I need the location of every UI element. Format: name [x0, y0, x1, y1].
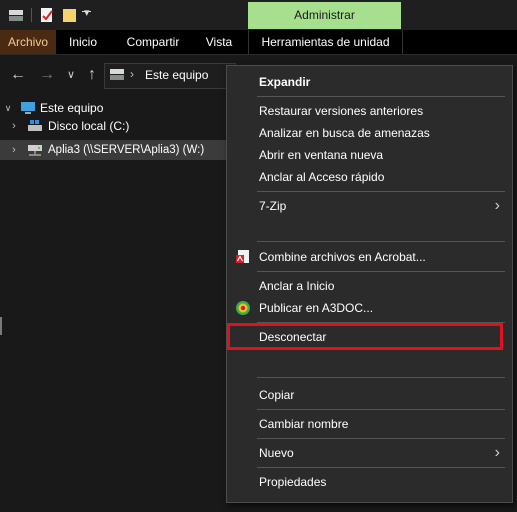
scroll-marker — [0, 317, 2, 335]
menu-separator — [257, 241, 505, 242]
back-arrow-icon[interactable]: ← — [8, 65, 28, 85]
menu-item-publicar-a3doc[interactable]: Publicar en A3DOC... — [227, 297, 512, 319]
toolbar-divider — [31, 8, 32, 22]
tab-inicio[interactable]: Inicio — [60, 30, 106, 54]
customize-toolbar-bar — [82, 11, 91, 12]
network-drive-icon — [28, 145, 42, 156]
tree-label: Disco local (C:) — [48, 119, 130, 133]
tab-vista[interactable]: Vista — [198, 30, 240, 54]
collapsed-chevron-icon[interactable]: › — [8, 140, 20, 160]
quick-access-toolbar: ▾ Administrar — [0, 0, 517, 30]
menu-item-copiar[interactable]: Copiar — [227, 384, 512, 406]
menu-separator — [257, 96, 505, 97]
tab-archivo[interactable]: Archivo — [0, 30, 56, 54]
submenu-arrow-icon: › — [494, 197, 500, 214]
menu-separator — [257, 377, 505, 378]
menu-item-restaurar-versiones[interactable]: Restaurar versiones anteriores — [227, 100, 512, 122]
menu-separator — [257, 191, 505, 192]
forward-arrow-icon[interactable]: → — [37, 65, 57, 85]
submenu-arrow-icon: › — [494, 444, 500, 461]
breadcrumb-current[interactable]: Este equipo — [145, 68, 208, 82]
context-menu: Expandir Restaurar versiones anteriores … — [226, 65, 513, 503]
recent-locations-chevron-icon[interactable]: ∨ — [61, 65, 81, 85]
menu-item-analizar-amenazas[interactable]: Analizar en busca de amenazas — [227, 122, 512, 144]
menu-separator — [257, 271, 505, 272]
menu-separator — [257, 409, 505, 410]
tab-herramientas-de-unidad[interactable]: Herramientas de unidad — [248, 30, 403, 54]
menu-item-cambiar-nombre[interactable]: Cambiar nombre — [227, 413, 512, 435]
acrobat-icon — [236, 250, 249, 263]
breadcrumb-chevron-icon: › — [130, 67, 134, 81]
local-disk-icon — [28, 120, 42, 131]
highlight-box-desconectar — [227, 323, 503, 350]
expanded-chevron-icon[interactable]: ∨ — [2, 98, 14, 118]
drive-icon[interactable] — [8, 7, 24, 23]
tree-item-disco-local[interactable]: › Disco local (C:) — [0, 116, 226, 136]
a3doc-icon — [236, 301, 250, 315]
up-arrow-icon[interactable]: ↑ — [82, 65, 102, 85]
navigation-pane: ∨ Este equipo › Disco local (C:) › Aplia… — [0, 96, 226, 512]
customize-toolbar-icon[interactable]: ▾ — [84, 6, 90, 19]
tree-item-aplia3[interactable]: › Aplia3 (\\SERVER\Aplia3) (W:) — [0, 140, 226, 160]
computer-icon — [21, 102, 35, 114]
tab-compartir[interactable]: Compartir — [118, 30, 188, 54]
menu-item-7zip[interactable]: 7-Zip › — [227, 195, 512, 217]
menu-item-propiedades[interactable]: Propiedades — [227, 471, 512, 493]
properties-icon[interactable] — [39, 7, 55, 23]
menu-item-expandir[interactable]: Expandir — [227, 71, 512, 93]
tree-label: Este equipo — [40, 101, 104, 115]
menu-separator — [257, 467, 505, 468]
tree-item-este-equipo[interactable]: ∨ Este equipo — [0, 98, 226, 118]
new-folder-icon[interactable] — [62, 7, 78, 23]
collapsed-chevron-icon[interactable]: › — [8, 116, 20, 136]
menu-separator — [257, 438, 505, 439]
menu-item-nuevo[interactable]: Nuevo › — [227, 442, 512, 464]
address-bar[interactable]: › Este equipo — [104, 63, 236, 89]
context-tab-administrar: Administrar — [248, 2, 401, 29]
this-pc-drive-icon — [110, 69, 124, 80]
ribbon-tabs: Archivo Inicio Compartir Vista Herramien… — [0, 30, 517, 55]
menu-item-anclar-acceso-rapido[interactable]: Anclar al Acceso rápido — [227, 166, 512, 188]
tree-label: Aplia3 (\\SERVER\Aplia3) (W:) — [48, 144, 205, 156]
menu-item-abrir-ventana-nueva[interactable]: Abrir en ventana nueva — [227, 144, 512, 166]
menu-item-anclar-inicio[interactable]: Anclar a Inicio — [227, 275, 512, 297]
menu-item-combine-acrobat[interactable]: Combine archivos en Acrobat... — [227, 246, 512, 268]
